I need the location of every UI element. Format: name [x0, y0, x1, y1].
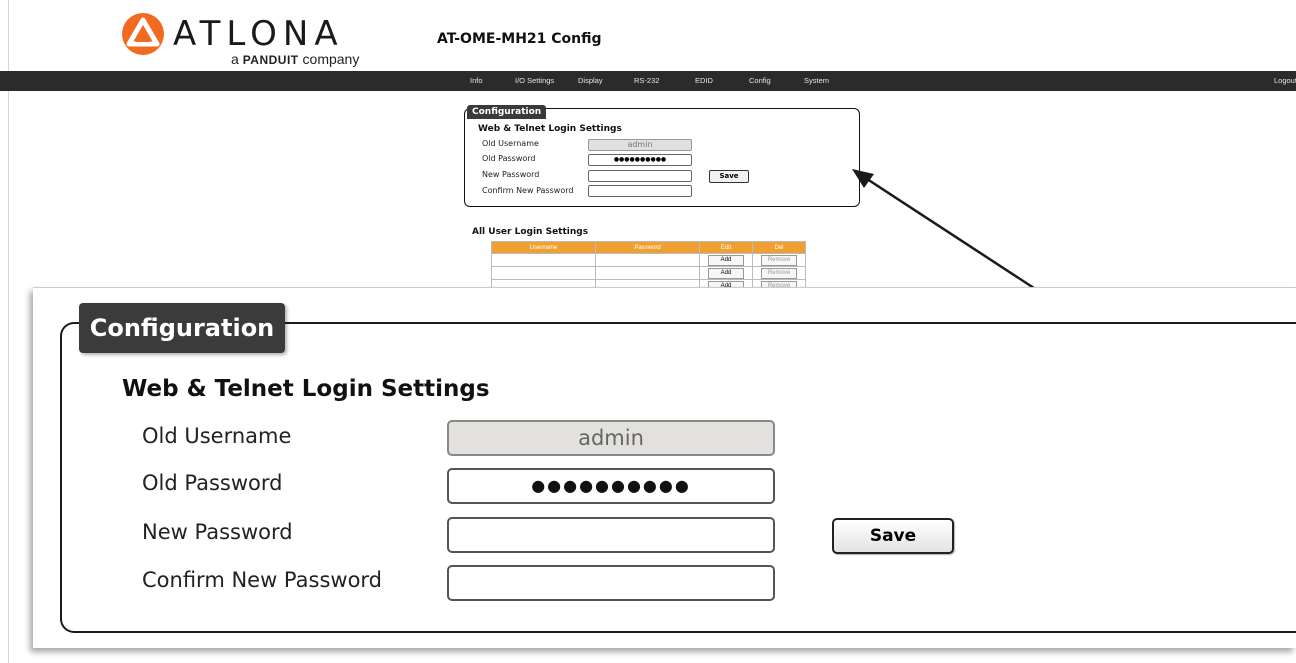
new-password-label: New Password [142, 520, 293, 544]
login-settings-heading-small: Web & Telnet Login Settings [478, 124, 622, 134]
new-password-label-small: New Password [482, 170, 540, 179]
old-password-label-small: Old Password [482, 154, 536, 163]
atlona-mark-icon [122, 13, 164, 55]
col-del: Del [752, 241, 806, 254]
new-password-field[interactable] [447, 517, 775, 553]
page-title: AT-OME-MH21 Config [437, 31, 602, 47]
password-cell[interactable] [595, 253, 700, 267]
configuration-panel-small: Configuration Web & Telnet Login Setting… [464, 105, 860, 207]
table-row: Add Remove [491, 266, 806, 280]
edit-cell: Add [699, 266, 753, 280]
old-username-label: Old Username [142, 424, 292, 448]
col-edit: Edit [699, 241, 753, 254]
confirm-password-field[interactable] [447, 565, 775, 601]
confirm-password-label-small: Confirm New Password [482, 186, 574, 195]
table-row: Add Remove [491, 253, 806, 267]
del-cell: Remove [752, 253, 806, 267]
old-password-label: Old Password [142, 471, 283, 495]
remove-button: Remove [761, 254, 797, 266]
top-nav-bar: Info I/O Settings Display RS-232 EDID Co… [0, 71, 1296, 91]
confirm-password-field-small[interactable] [588, 185, 692, 197]
brand-subtitle: a PANDUIT company [231, 51, 360, 67]
nav-edid[interactable]: EDID [695, 71, 713, 91]
save-button-small[interactable]: Save [709, 170, 749, 183]
logout-link[interactable]: Logout [1274, 71, 1296, 91]
zoomed-inset: Configuration Web & Telnet Login Setting… [33, 287, 1296, 648]
old-username-field: admin [447, 420, 775, 456]
configuration-tab-small: Configuration [467, 105, 547, 119]
nav-config[interactable]: Config [749, 71, 771, 91]
old-password-field-small[interactable]: ●●●●●●●●●● [588, 154, 692, 166]
col-password: Password [595, 241, 700, 254]
add-button[interactable]: Add [708, 254, 744, 266]
username-cell[interactable] [491, 266, 596, 280]
users-table: Username Password Edit Del Add Remove Ad… [491, 241, 806, 293]
add-button[interactable]: Add [708, 267, 744, 279]
confirm-password-label: Confirm New Password [142, 568, 383, 592]
configuration-tab: Configuration [79, 303, 285, 353]
new-password-field-small[interactable] [588, 170, 692, 182]
del-cell: Remove [752, 266, 806, 280]
nav-info[interactable]: Info [470, 71, 483, 91]
username-cell[interactable] [491, 253, 596, 267]
password-cell[interactable] [595, 266, 700, 280]
old-username-label-small: Old Username [482, 139, 539, 148]
brand-word: ATLONA [173, 14, 344, 54]
nav-system[interactable]: System [804, 71, 829, 91]
old-password-field[interactable]: ●●●●●●●●●● [447, 468, 775, 504]
remove-button: Remove [761, 267, 797, 279]
atlona-logo: ATLONA a PANDUIT company [121, 10, 401, 70]
old-username-field-small: admin [588, 139, 692, 151]
col-username: Username [491, 241, 596, 254]
nav-rs232[interactable]: RS-232 [634, 71, 659, 91]
edit-cell: Add [699, 253, 753, 267]
all-users-heading: All User Login Settings [472, 227, 589, 237]
nav-display[interactable]: Display [578, 71, 603, 91]
nav-io-settings[interactable]: I/O Settings [515, 71, 554, 91]
login-settings-heading: Web & Telnet Login Settings [122, 376, 490, 402]
save-button[interactable]: Save [832, 518, 954, 554]
